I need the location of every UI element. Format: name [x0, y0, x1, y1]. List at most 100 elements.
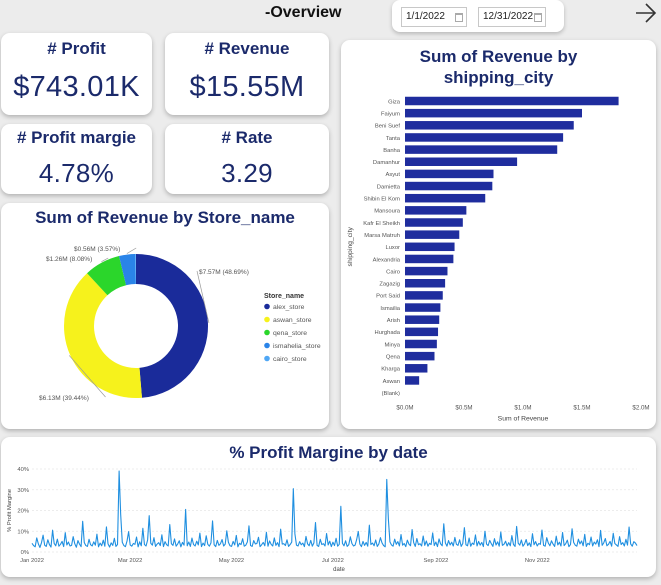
y-tick-label: 10%	[17, 529, 29, 535]
legend-marker-aswan_store	[264, 316, 270, 323]
legend-item-alex_store: alex_store	[273, 304, 305, 311]
calendar-icon[interactable]	[534, 13, 542, 22]
bar-Mansoura	[405, 206, 467, 215]
revenue-by-store-card: Sum of Revenue by Store_name $7.57M (48.…	[1, 203, 329, 429]
rate-value: 3.29	[221, 158, 273, 188]
bar-Giza	[405, 96, 619, 106]
revenue-by-store-chart: $7.57M (48.69%) $6.13M (39.44%) $1.26M (8.…	[39, 246, 321, 402]
bar-label-Qena: Qena	[386, 354, 401, 360]
rate-card: # Rate 3.29	[165, 124, 329, 194]
profit-margin-by-date-chart: 0% 10% 20% 30% 40% Jan 2022 Mar 2022 May 2022 Ju…	[7, 467, 638, 573]
y-axis-label: shipping_city	[347, 227, 354, 267]
bar-label-Tanta: Tanta	[386, 136, 401, 142]
donut-data-label: $6.13M (39.44%)	[39, 395, 89, 402]
y-tick-label: 20%	[17, 509, 29, 515]
bar-label-Giza: Giza	[388, 99, 401, 105]
x-tick-label: $0.5M	[455, 405, 472, 412]
bar-label-Mansoura: Mansoura	[374, 209, 401, 215]
bar-label-Damanhur: Damanhur	[373, 160, 400, 166]
legend-title: Store_name	[264, 293, 304, 300]
profit-card: # Profit $743.01K	[1, 33, 152, 115]
x-axis-label: Sum of Revenue	[498, 416, 549, 423]
legend-item-qena_store: qena_store	[273, 330, 307, 337]
bar-Cairo	[405, 266, 448, 276]
donut-slice-alex_store	[136, 254, 208, 398]
bar-label-Hurghada: Hurghada	[375, 330, 401, 336]
bar-Shibin El Kom	[405, 193, 486, 203]
revenue-by-store-title: Sum of Revenue by Store_name	[35, 208, 295, 227]
bar-Hurghada	[405, 327, 439, 337]
bar-Beni Suef	[405, 121, 574, 130]
bar-label-Ismailia: Ismailia	[380, 306, 400, 312]
revenue-label: # Revenue	[204, 39, 290, 58]
bar-Marsa Matruh	[405, 230, 460, 239]
bar-Ismailia	[405, 303, 441, 312]
bar-label-Cairo: Cairo	[386, 269, 400, 275]
revenue-value: $15.55M	[189, 71, 305, 103]
date-range-slicer[interactable]: 1/1/2022 12/31/2022	[392, 0, 564, 32]
bar-label-Minya: Minya	[385, 342, 401, 348]
start-date-input[interactable]: 1/1/2022	[401, 7, 467, 27]
revenue-by-city-chart: Giza Faiyum Beni Suef Tanta Banha Damanhur Asy…	[347, 96, 650, 423]
bar-label-Faiyum: Faiyum	[381, 111, 400, 117]
end-date-value: 12/31/2022	[483, 11, 534, 22]
bar-Aswan	[405, 376, 420, 385]
rate-label: # Rate	[221, 128, 273, 147]
legend-marker-alex_store	[264, 303, 270, 310]
x-tick-label: Mar 2022	[118, 558, 143, 564]
bar-Kafr El Sheikh	[405, 218, 463, 227]
bar-label-Banha: Banha	[383, 148, 401, 154]
profit-margin-card: # Profit margie 4.78%	[1, 124, 152, 194]
bar-Tanta	[405, 133, 564, 142]
bar-label-Aswan: Aswan	[383, 379, 400, 385]
x-tick-label: Nov 2022	[525, 558, 550, 564]
x-tick-label: Sep 2022	[423, 558, 448, 564]
legend-item-ismahelia_store: ismahelia_store	[273, 343, 321, 350]
bar-Qena	[405, 351, 435, 361]
bar-Asyut	[405, 169, 494, 179]
profit-value: $743.01K	[13, 71, 140, 103]
bar-label-(Blank): (Blank)	[382, 391, 400, 397]
bar-Zagazig	[405, 279, 446, 288]
calendar-icon[interactable]	[455, 13, 463, 22]
legend-item-cairo_store: cairo_store	[273, 356, 307, 363]
x-tick-label: $0.0M	[396, 405, 413, 412]
bar-label-Arish: Arish	[387, 318, 400, 324]
x-tick-label: $1.0M	[514, 405, 531, 412]
start-date-value: 1/1/2022	[406, 11, 445, 22]
legend-marker-ismahelia_store	[264, 342, 270, 349]
x-tick-label: Jan 2022	[20, 558, 44, 564]
bar-label-Beni Suef: Beni Suef	[375, 124, 401, 130]
bar-label-Asyut: Asyut	[386, 172, 401, 178]
profit-margin-label: # Profit margie	[16, 128, 137, 147]
y-tick-label: 0%	[21, 550, 29, 556]
bar-label-Damietta: Damietta	[377, 184, 401, 190]
arrow-right-icon[interactable]	[633, 1, 659, 27]
bar-label-Alexandria: Alexandria	[373, 257, 401, 263]
donut-data-label: $1.26M (8.08%)	[46, 256, 92, 263]
revenue-card: # Revenue $15.55M	[165, 33, 329, 115]
legend-marker-cairo_store	[264, 355, 270, 362]
profit-margin-by-date-card: % Profit Margine by date 0% 10% 20% 30% 40% J…	[1, 437, 656, 577]
profit-label: # Profit	[47, 39, 106, 58]
legend-item-aswan_store: aswan_store	[273, 317, 312, 324]
bar-label-Zagazig: Zagazig	[379, 282, 400, 288]
revenue-by-city-card: Sum of Revenue by shipping_city Giza Faiy…	[341, 40, 656, 429]
bar-Faiyum	[405, 108, 582, 118]
x-tick-label: May 2022	[219, 558, 244, 564]
y-axis-label: % Profit Margine	[7, 489, 13, 532]
profit-margin-line	[31, 470, 638, 548]
donut-data-label: $0.56M (3.57%)	[74, 246, 120, 253]
x-tick-label: $1.5M	[573, 405, 590, 412]
bar-Damanhur	[405, 157, 518, 166]
bar-label-Luxor: Luxor	[385, 245, 400, 251]
end-date-input[interactable]: 12/31/2022	[478, 7, 546, 27]
donut-slice-aswan_store	[64, 273, 142, 398]
bar-Alexandria	[405, 254, 454, 264]
donut-data-label: $7.57M (48.69%)	[199, 269, 249, 276]
page-title: -Overview	[265, 4, 342, 21]
bar-label-Kharga: Kharga	[381, 367, 400, 373]
profit-margin-value: 4.78%	[38, 158, 115, 188]
x-tick-label: Jul 2022	[322, 558, 344, 564]
bar-Banha	[405, 145, 558, 154]
